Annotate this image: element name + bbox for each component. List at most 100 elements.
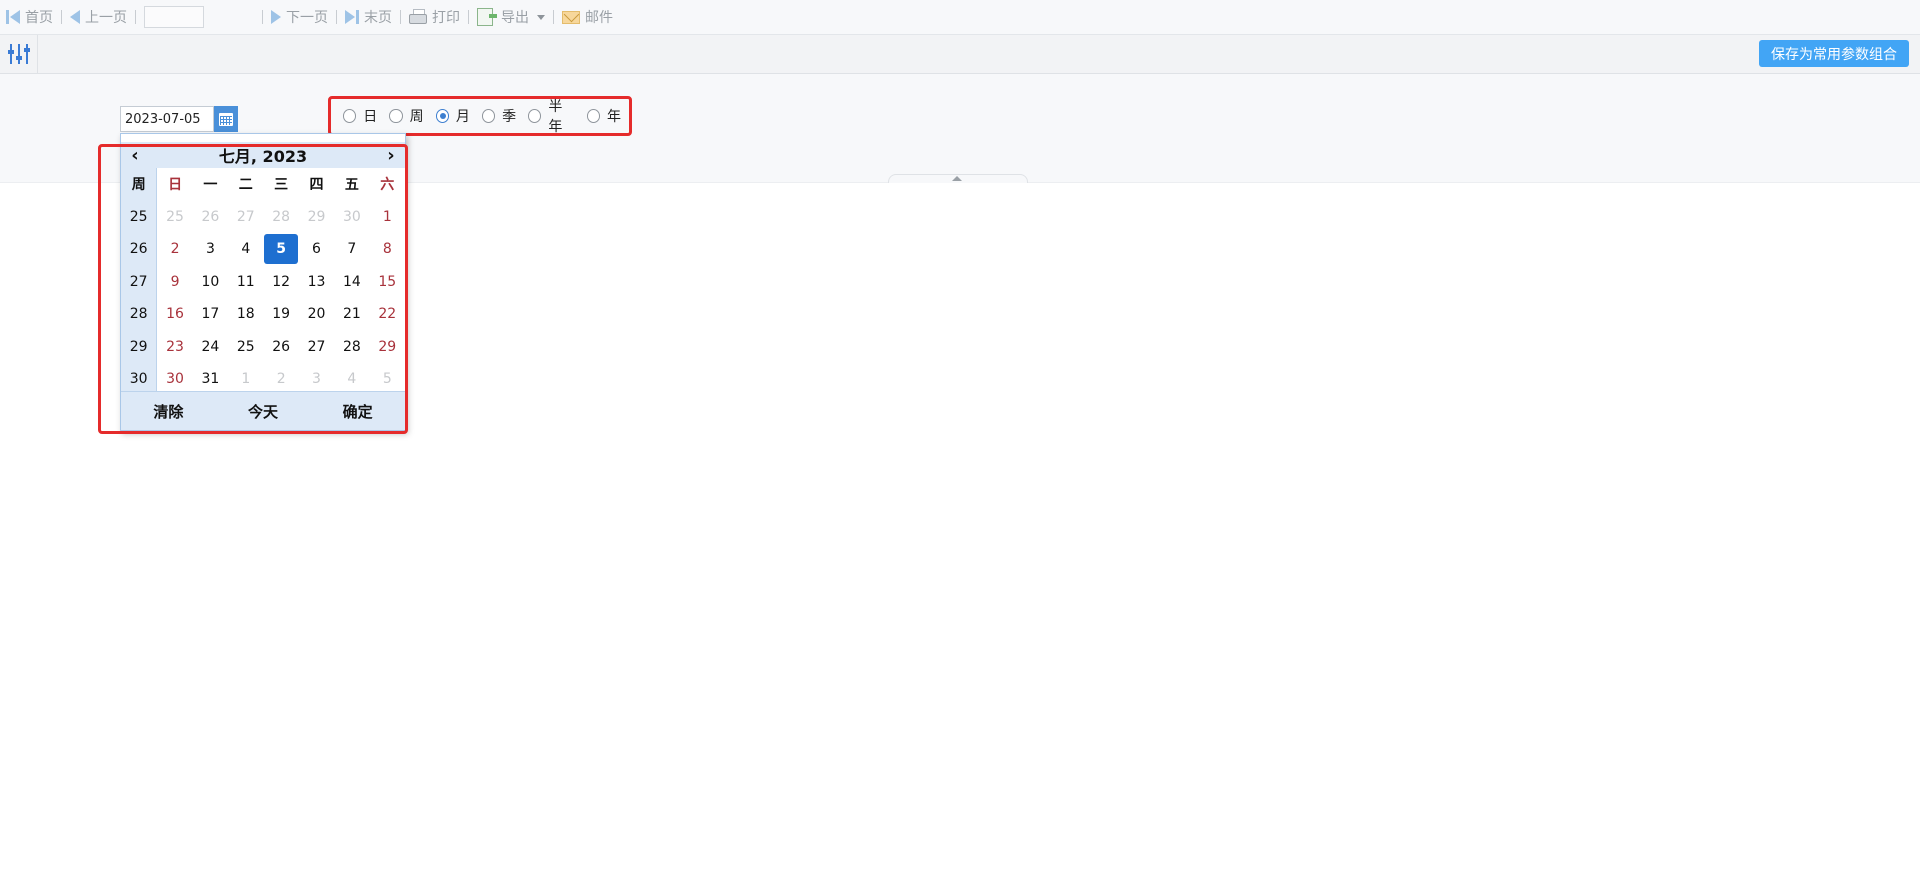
calendar-button[interactable] [214, 106, 238, 132]
calendar-day-label: 25 [166, 208, 184, 225]
calendar-day[interactable]: 30 [334, 201, 369, 234]
calendar-day[interactable]: 26 [193, 201, 228, 234]
calendar-day[interactable]: 13 [299, 266, 334, 299]
clear-date-button[interactable]: 清除 [153, 401, 183, 422]
calendar-day[interactable]: 28 [263, 201, 298, 234]
radio-day[interactable] [343, 109, 357, 123]
calendar-day-label: 5 [382, 371, 392, 388]
calendar-day-label: 25 [236, 338, 255, 355]
calendar-day[interactable]: 26 [263, 331, 298, 364]
radio-half-year[interactable] [528, 109, 542, 123]
calendar-day[interactable]: 29 [299, 201, 334, 234]
calendar-day[interactable]: 9 [157, 266, 193, 299]
calendar-day-label: 19 [272, 306, 291, 323]
radio-quarter[interactable] [481, 109, 496, 123]
calendar-day-label: 30 [166, 371, 184, 388]
save-parameter-combo-button[interactable]: 保存为常用参数组合 [1759, 40, 1909, 67]
calendar-header: ‹ 七月, 2023 › [121, 142, 405, 168]
page-number-input[interactable] [144, 6, 204, 28]
calendar-day[interactable]: 27 [228, 201, 263, 234]
week-number: 27 [121, 265, 158, 298]
calendar-day[interactable]: 24 [193, 331, 228, 364]
radio-month[interactable] [435, 109, 449, 123]
calendar-day-label: 5 [264, 234, 299, 265]
calendar-day[interactable]: 3 [193, 233, 228, 266]
calendar-day[interactable]: 20 [299, 298, 334, 331]
export-icon [477, 8, 497, 26]
calendar-day[interactable]: 12 [263, 266, 298, 299]
calendar-day[interactable]: 29 [370, 331, 405, 364]
calendar-day[interactable]: 16 [157, 298, 193, 331]
calendar-day-label: 26 [201, 208, 220, 225]
weekday-header-row: 周 日 一 二 三 四 五 六 [121, 168, 405, 201]
calendar-day[interactable]: 11 [228, 266, 263, 299]
calendar-day-label: 21 [342, 306, 361, 323]
last-page-button[interactable]: 末页 [339, 0, 398, 34]
toolbar-divider [336, 10, 337, 24]
calendar-day-label: 28 [342, 338, 361, 355]
calendar-day-label: 3 [205, 241, 215, 258]
today-button[interactable]: 今天 [248, 401, 278, 422]
toolbar-divider [400, 10, 401, 24]
calendar-day[interactable]: 6 [299, 233, 334, 266]
weekday-wed: 三 [274, 177, 289, 194]
calendar-day-label: 2 [276, 371, 286, 388]
calendar-day[interactable]: 10 [193, 266, 228, 299]
calendar-day[interactable]: 19 [263, 298, 298, 331]
calendar-day[interactable]: 17 [193, 298, 228, 331]
calendar-day[interactable]: 25 [157, 201, 193, 234]
calendar-day[interactable]: 27 [299, 331, 334, 364]
week-number: 26 [121, 233, 158, 266]
week-number: 29 [121, 330, 158, 363]
calendar-day[interactable]: 1 [370, 201, 405, 234]
print-button[interactable]: 打印 [403, 0, 466, 34]
mail-button[interactable]: 邮件 [556, 0, 619, 34]
calendar-day-label: 4 [241, 241, 251, 258]
next-page-icon [271, 10, 281, 24]
prev-page-button[interactable]: 上一页 [64, 0, 133, 34]
calendar-day-label: 27 [236, 208, 255, 225]
mail-label: 邮件 [585, 10, 613, 26]
calendar-day[interactable]: 21 [334, 298, 369, 331]
first-page-arrow-icon [10, 10, 20, 24]
calendar-day-label: 13 [307, 273, 326, 290]
calendar-footer: 清除 今天 确定 [121, 391, 405, 430]
parameter-toggle-button[interactable] [0, 35, 38, 73]
calendar-day[interactable]: 14 [334, 266, 369, 299]
calendar-day-label: 7 [347, 241, 357, 258]
last-page-arrow-icon [345, 10, 355, 24]
calendar-day[interactable]: 22 [370, 298, 405, 331]
calendar-day[interactable]: 23 [157, 331, 193, 364]
period-radio-group: 日 周 月 季 半年 年 [328, 96, 632, 136]
prev-month-button[interactable]: ‹ [121, 145, 149, 166]
report-toolbar: 首页 上一页 下一页 末页 打印 导出 邮件 [0, 0, 1920, 35]
confirm-date-button[interactable]: 确定 [343, 401, 373, 422]
calendar-day[interactable]: 2 [157, 233, 193, 266]
calendar-day-label: 8 [382, 241, 392, 258]
calendar-day-selected[interactable]: 5 [263, 233, 299, 266]
calendar-day[interactable]: 18 [228, 298, 263, 331]
calendar-day[interactable]: 4 [228, 233, 263, 266]
weekday-fri: 五 [344, 177, 359, 194]
export-button[interactable]: 导出 [471, 0, 551, 34]
calendar-day-label: 11 [236, 273, 255, 290]
calendar-day-label: 9 [170, 273, 180, 290]
collapse-parameter-handle[interactable] [888, 174, 1028, 183]
calendar-day-label: 6 [312, 241, 321, 258]
print-label: 打印 [432, 10, 460, 26]
date-input[interactable]: 2023-07-05 [120, 106, 214, 132]
sliders-icon [7, 44, 30, 64]
calendar-day[interactable]: 8 [370, 233, 405, 266]
calendar-day[interactable]: 25 [228, 331, 263, 364]
calendar-day[interactable]: 28 [334, 331, 369, 364]
week-number: 25 [121, 200, 158, 233]
radio-week[interactable] [389, 109, 403, 123]
calendar-week-row: 25 25 26 27 28 29 30 1 [121, 200, 405, 234]
calendar-day-label: 22 [378, 306, 397, 323]
first-page-button[interactable]: 首页 [0, 0, 59, 34]
calendar-day[interactable]: 7 [334, 233, 369, 266]
next-page-button[interactable]: 下一页 [265, 0, 334, 34]
calendar-day[interactable]: 15 [370, 266, 405, 299]
radio-year[interactable] [586, 109, 600, 123]
next-month-button[interactable]: › [377, 145, 405, 166]
